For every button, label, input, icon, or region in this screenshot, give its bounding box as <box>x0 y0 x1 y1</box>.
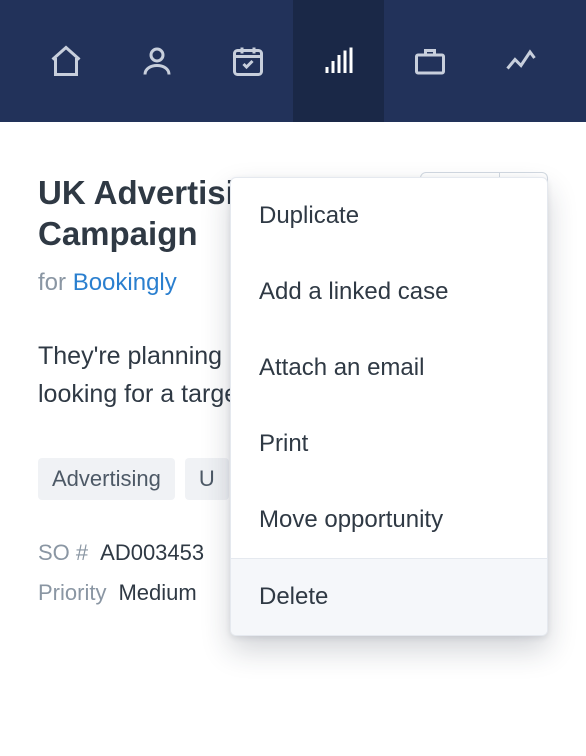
calendar-icon <box>230 43 266 79</box>
nav-trend[interactable] <box>475 0 566 122</box>
edit-dropdown-menu: Duplicate Add a linked case Attach an em… <box>230 177 548 636</box>
bars-icon <box>321 43 357 79</box>
top-nav <box>0 0 586 122</box>
priority-label: Priority <box>38 580 106 606</box>
tag[interactable]: Advertising <box>38 458 175 500</box>
priority-value: Medium <box>118 580 196 606</box>
company-link[interactable]: Bookingly <box>73 269 177 296</box>
briefcase-icon <box>412 43 448 79</box>
menu-add-linked-case[interactable]: Add a linked case <box>231 254 547 330</box>
so-label: SO # <box>38 540 88 566</box>
so-value: AD003453 <box>100 540 204 566</box>
tag[interactable]: U <box>185 458 229 500</box>
content-area: UK Advertising Campaign Edit for Booking… <box>0 122 586 606</box>
home-icon <box>48 43 84 79</box>
nav-person[interactable] <box>111 0 202 122</box>
person-icon <box>139 43 175 79</box>
nav-calendar[interactable] <box>202 0 293 122</box>
menu-delete[interactable]: Delete <box>231 559 547 635</box>
menu-move-opportunity[interactable]: Move opportunity <box>231 482 547 558</box>
trend-icon <box>503 43 539 79</box>
for-prefix: for <box>38 269 66 296</box>
menu-print[interactable]: Print <box>231 406 547 482</box>
nav-bars[interactable] <box>293 0 384 122</box>
nav-home[interactable] <box>20 0 111 122</box>
menu-duplicate[interactable]: Duplicate <box>231 178 547 254</box>
menu-attach-email[interactable]: Attach an email <box>231 330 547 406</box>
nav-briefcase[interactable] <box>384 0 475 122</box>
